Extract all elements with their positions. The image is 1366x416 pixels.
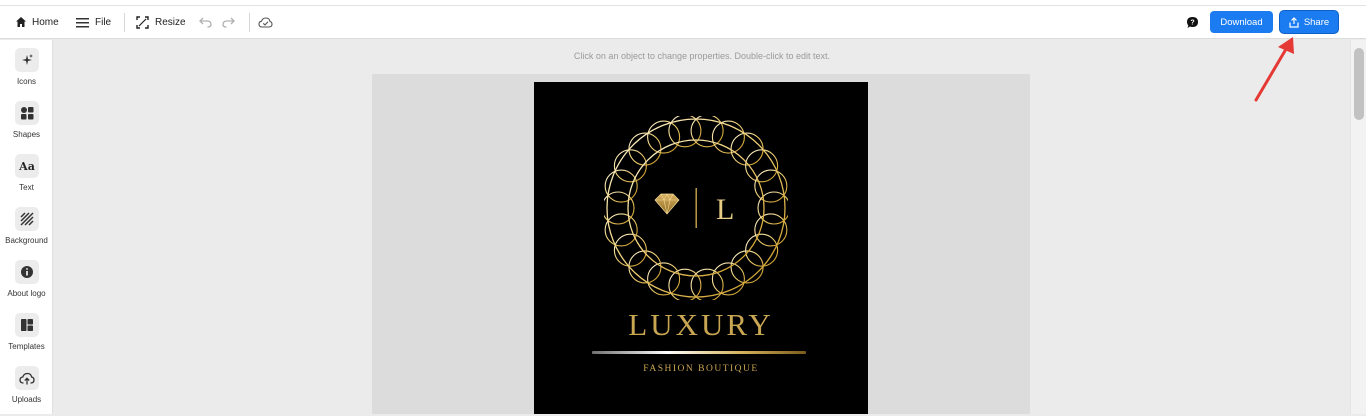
annotation-arrow <box>1254 37 1294 102</box>
brand-tagline[interactable]: FASHION BOUTIQUE <box>534 364 868 374</box>
sidebar-item-label: About logo <box>7 289 46 298</box>
sidebar-item-shapes[interactable]: Shapes <box>0 101 53 151</box>
sidebar-item-text[interactable]: Aa Text <box>0 154 53 204</box>
sidebar-item-uploads[interactable]: Uploads <box>0 366 53 416</box>
sidebar-item-background[interactable]: Background <box>0 207 53 257</box>
diamond-icon <box>654 193 680 215</box>
circular-emblem[interactable]: L <box>604 116 788 300</box>
feedback-button[interactable]: ? <box>1186 6 1199 38</box>
svg-text:?: ? <box>1190 19 1194 26</box>
sidebar-item-about-logo[interactable]: About logo <box>0 260 53 310</box>
hamburger-menu-icon <box>76 17 89 27</box>
sidebar-item-label: Templates <box>8 342 45 351</box>
toolbar-divider <box>124 13 125 32</box>
sidebar-item-label: Uploads <box>11 395 42 404</box>
toolbar-divider <box>249 13 250 32</box>
undo-icon <box>199 17 212 28</box>
templates-grid-icon <box>15 313 39 337</box>
top-toolbar: Home File Resize ? Download Share <box>0 6 1366 39</box>
shapes-icon <box>15 101 39 125</box>
monogram-letter: L <box>716 193 734 226</box>
sidebar-item-label: Text <box>19 183 34 192</box>
scrollbar-thumb[interactable] <box>1354 48 1364 120</box>
redo-button[interactable] <box>222 6 235 38</box>
sidebar-item-icons[interactable]: Icons <box>0 48 53 98</box>
text-aa-icon: Aa <box>15 154 39 178</box>
brand-underline <box>592 351 806 354</box>
share-label: Share <box>1303 16 1330 28</box>
vertical-scrollbar[interactable] <box>1350 40 1366 414</box>
share-upload-icon <box>1289 16 1299 28</box>
editor-workspace: Click on an object to change properties.… <box>54 40 1350 414</box>
file-label: File <box>95 16 112 28</box>
file-menu-button[interactable]: File <box>76 6 111 38</box>
canvas-stage: L LUXURY FASHION BOUTIQUE <box>372 74 1030 414</box>
left-sidebar: Icons Shapes Aa Text Background About lo… <box>0 40 53 414</box>
cloud-check-icon <box>258 16 273 28</box>
resize-label: Resize <box>155 16 186 28</box>
redo-icon <box>222 17 235 28</box>
sidebar-item-templates[interactable]: Templates <box>0 313 53 363</box>
info-icon <box>15 260 39 284</box>
cloud-save-status[interactable] <box>258 6 273 38</box>
background-pattern-icon <box>15 207 39 231</box>
sparkle-icon <box>15 48 39 72</box>
sidebar-item-label: Shapes <box>12 130 41 139</box>
home-label: Home <box>32 16 59 28</box>
home-button[interactable]: Home <box>15 6 59 38</box>
resize-icon <box>136 15 149 29</box>
sidebar-item-label: Icons <box>16 77 37 86</box>
brand-name[interactable]: LUXURY <box>534 307 868 343</box>
undo-button[interactable] <box>199 6 212 38</box>
download-label: Download <box>1220 16 1263 28</box>
editor-hint-text: Click on an object to change properties.… <box>573 51 831 61</box>
resize-button[interactable]: Resize <box>136 6 186 38</box>
sidebar-item-label: Background <box>5 236 48 245</box>
home-icon <box>16 17 26 27</box>
chat-bubble-icon: ? <box>1187 16 1198 28</box>
logo-canvas[interactable]: L LUXURY FASHION BOUTIQUE <box>534 82 868 414</box>
cloud-upload-icon <box>15 366 39 390</box>
